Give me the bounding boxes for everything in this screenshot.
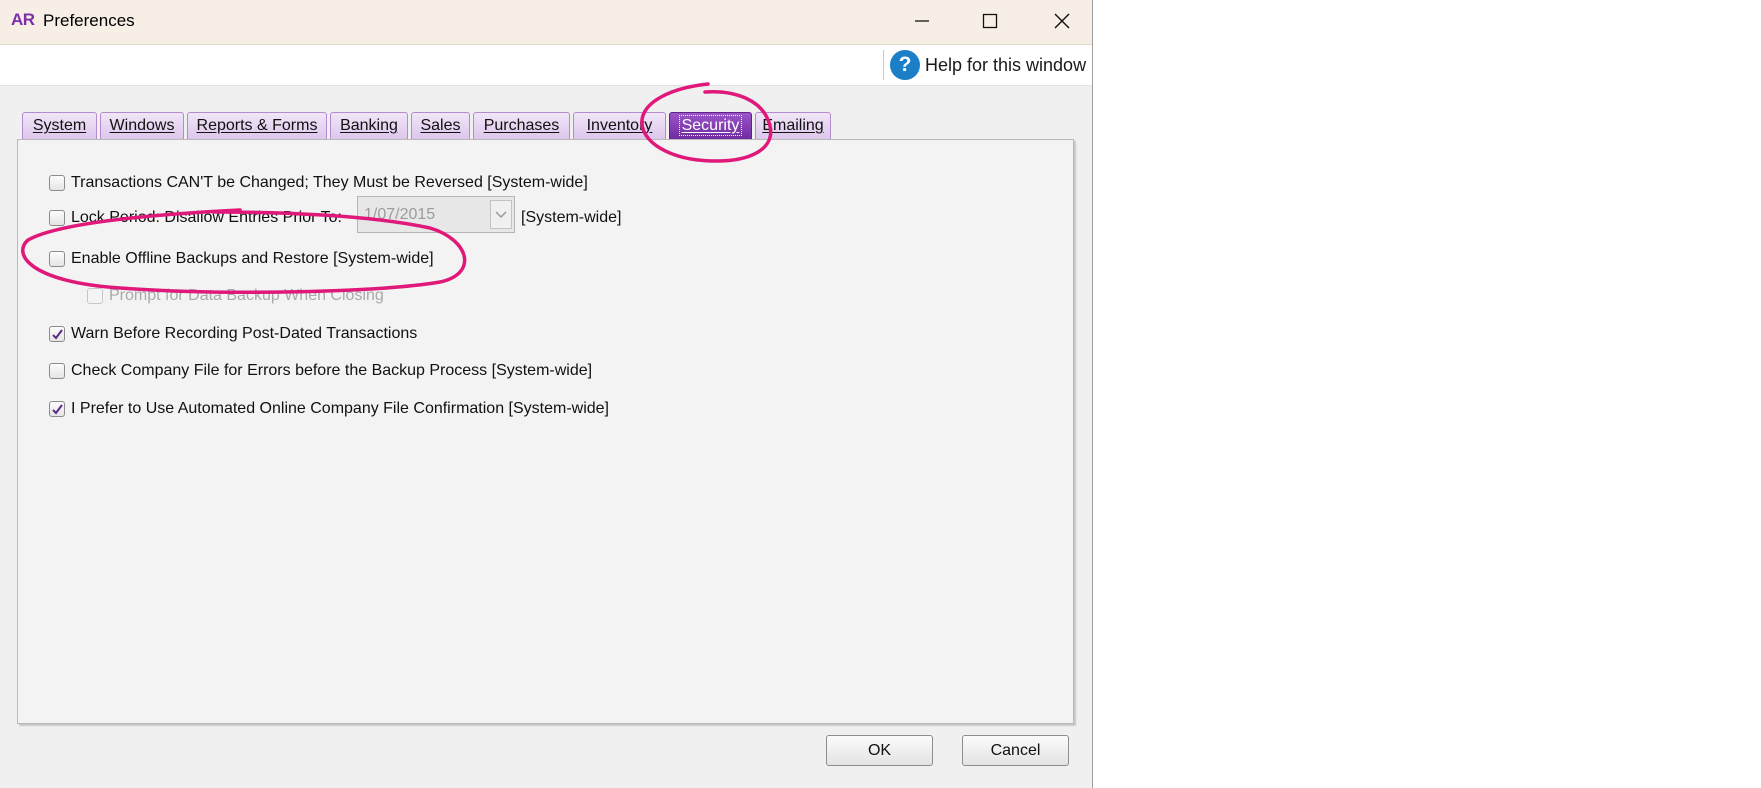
checkmark-icon	[52, 404, 63, 415]
checkbox[interactable]	[49, 175, 65, 191]
preferences-window: AR Preferences ? Help for this window Sy…	[0, 0, 1093, 788]
help-for-this-window-link[interactable]: Help for this window	[925, 55, 1086, 76]
checkmark-icon	[52, 329, 63, 340]
maximize-icon	[982, 13, 998, 29]
checkbox[interactable]	[49, 363, 65, 379]
minimize-button[interactable]	[892, 0, 952, 42]
option-check-company-file[interactable]: Check Company File for Errors before the…	[49, 362, 592, 380]
window-title: Preferences	[43, 11, 135, 30]
question-mark-icon[interactable]: ?	[890, 50, 920, 80]
option-label: Lock Period: Disallow Entries Prior To:	[71, 209, 342, 226]
tab-banking[interactable]: Banking	[330, 112, 408, 139]
maximize-button[interactable]	[960, 0, 1020, 42]
tab-purchases[interactable]: Purchases	[473, 112, 570, 139]
help-bar: ? Help for this window	[0, 45, 1092, 86]
tab-sales[interactable]: Sales	[411, 112, 470, 139]
date-dropdown-button[interactable]	[490, 200, 512, 229]
chevron-down-icon	[495, 210, 507, 218]
title-bar[interactable]: AR Preferences	[0, 0, 1092, 45]
option-label: Prompt for Data Backup When Closing	[109, 287, 384, 304]
option-lock-period[interactable]: Lock Period: Disallow Entries Prior To:	[49, 209, 342, 227]
option-label: Warn Before Recording Post-Dated Transac…	[71, 325, 418, 342]
option-label: Enable Offline Backups and Restore [Syst…	[71, 250, 434, 267]
ok-button[interactable]: OK	[826, 735, 933, 766]
close-button[interactable]	[1032, 0, 1092, 42]
option-transactions-reversed[interactable]: Transactions CAN'T be Changed; They Must…	[49, 174, 588, 192]
option-online-confirmation[interactable]: I Prefer to Use Automated Online Company…	[49, 400, 609, 418]
lock-period-date-field[interactable]: 1/07/2015	[357, 196, 515, 233]
checkbox[interactable]	[49, 251, 65, 267]
checkbox	[87, 288, 103, 304]
tab-emailing[interactable]: Emailing	[755, 112, 831, 139]
tab-system[interactable]: System	[22, 112, 97, 139]
checkbox[interactable]	[49, 210, 65, 226]
app-logo: AR	[11, 10, 35, 29]
tab-inventory[interactable]: Inventory	[573, 112, 666, 139]
tab-security[interactable]: Security	[669, 112, 752, 139]
tab-reports-forms[interactable]: Reports & Forms	[187, 112, 327, 139]
help-separator	[883, 50, 884, 80]
option-prompt-backup: Prompt for Data Backup When Closing	[87, 287, 384, 305]
checkbox[interactable]	[49, 401, 65, 417]
option-label: Transactions CAN'T be Changed; They Must…	[71, 174, 588, 191]
lock-period-suffix: [System-wide]	[521, 209, 622, 226]
option-offline-backups[interactable]: Enable Offline Backups and Restore [Syst…	[49, 250, 434, 268]
option-label: I Prefer to Use Automated Online Company…	[71, 400, 609, 417]
option-label: Check Company File for Errors before the…	[71, 362, 593, 379]
checkbox[interactable]	[49, 326, 65, 342]
cancel-button[interactable]: Cancel	[962, 735, 1069, 766]
tab-windows[interactable]: Windows	[100, 112, 184, 139]
option-warn-post-dated[interactable]: Warn Before Recording Post-Dated Transac…	[49, 325, 417, 343]
close-icon	[1054, 13, 1070, 29]
minimize-icon	[915, 20, 929, 22]
date-value: 1/07/2015	[364, 206, 436, 223]
